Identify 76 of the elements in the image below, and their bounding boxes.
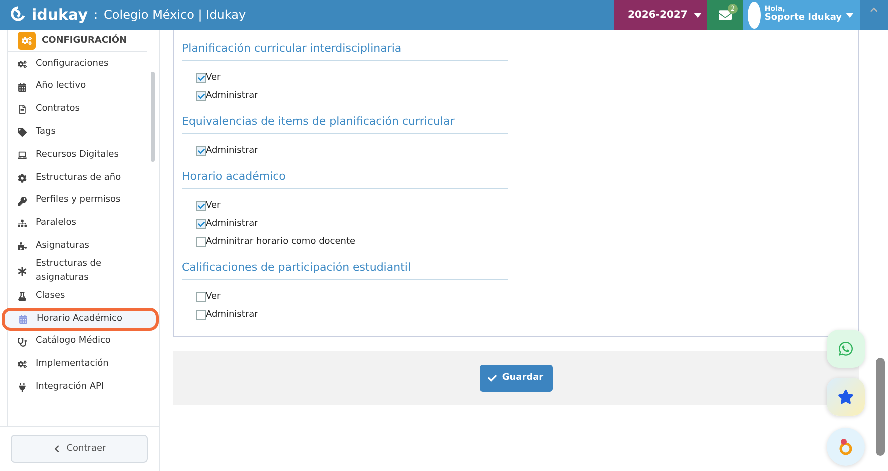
gears-icon (18, 360, 28, 370)
permission-label: Ver (206, 201, 221, 211)
gears-icon (18, 32, 36, 50)
permission-label: Administrar (206, 146, 258, 156)
section-title: Calificaciones de participación estudiantil (182, 257, 508, 280)
logo-icon (10, 6, 26, 24)
sidebar-item[interactable]: Catálogo Médico (8, 330, 147, 354)
puzzle-icon (18, 242, 28, 252)
avatar (748, 2, 761, 28)
school-title: Colegio México | Idukay (104, 8, 246, 22)
permission-label: Administrar (206, 310, 258, 320)
chat-button[interactable] (827, 330, 865, 368)
school-year-selector[interactable]: 2026-2027 (614, 0, 707, 30)
check-icon (488, 374, 498, 382)
envelope-icon (718, 8, 732, 22)
sidebar-item[interactable]: Año lectivo (8, 76, 147, 99)
plug-icon (18, 383, 28, 392)
sidebar-item[interactable]: Estructuras de año (8, 166, 147, 190)
section-title: Horario académico (182, 166, 508, 189)
caret-icon (846, 12, 854, 18)
gears-icon (18, 60, 28, 69)
permission-label: Adminitrar horario como docente (206, 237, 356, 247)
favorites-button[interactable] (827, 378, 865, 416)
hierarchy-icon (18, 219, 28, 228)
document-icon (18, 105, 28, 114)
save-button[interactable]: Guardar (480, 364, 552, 392)
caret-icon (694, 12, 702, 18)
chat-bubble-icon (838, 341, 854, 357)
permission-label: Ver (206, 73, 221, 83)
scroll-up-icon[interactable] (870, 6, 878, 14)
assistant-button[interactable] (827, 428, 865, 466)
sidebar-item[interactable]: Contratos (8, 98, 147, 122)
sidebar-item[interactable]: Tags (8, 121, 147, 144)
section-title: Planificación curricular interdisciplinaria (182, 38, 508, 61)
sidebar-item[interactable]: Paralelos (8, 212, 147, 236)
flask-icon (18, 292, 28, 302)
sidebar-item[interactable]: Asignaturas (8, 235, 147, 258)
checkbox[interactable] (196, 237, 206, 247)
user-name: Soporte Idukay (764, 14, 842, 24)
stethoscope-icon (18, 338, 28, 347)
checkbox[interactable] (196, 219, 206, 229)
sidebar-item[interactable]: Estructuras de asignaturas (8, 258, 147, 286)
gear-icon (18, 174, 28, 183)
logo-text: idukay (32, 6, 88, 24)
sidebar-item[interactable]: Integración API (8, 376, 147, 400)
sidebar-item[interactable]: Perfiles y permisos (8, 190, 147, 213)
scrollbar-thumb[interactable] (876, 358, 885, 456)
section-title: Equivalencias de items de planificación curricular (182, 111, 508, 134)
key-icon (18, 196, 28, 206)
sidebar-item[interactable]: Clases (8, 285, 147, 308)
permission-label: Administrar (206, 91, 258, 101)
section-header[interactable]: CONFIGURACIÓN (42, 36, 128, 46)
asterisk-icon (18, 267, 28, 276)
laptop-icon (18, 151, 28, 160)
collapse-button[interactable]: Contraer (11, 435, 148, 463)
sidebar-item[interactable]: Recursos Digitales (8, 144, 147, 167)
separator: : (94, 8, 98, 22)
checkbox[interactable] (196, 146, 206, 156)
checkbox[interactable] (196, 292, 206, 302)
star-icon (838, 389, 854, 405)
calendar-icon (19, 314, 29, 324)
chevron-left-icon (52, 445, 61, 453)
checkbox[interactable] (196, 201, 206, 211)
sidebar-item[interactable]: Horario Académico (2, 308, 159, 331)
school-year: 2026-2027 (628, 10, 688, 20)
permission-label: Administrar (206, 219, 258, 229)
scrollbar-thumb[interactable] (151, 72, 155, 162)
checkbox[interactable] (196, 91, 206, 101)
permission-label: Ver (206, 292, 221, 302)
swirl-icon (838, 438, 854, 456)
checkbox[interactable] (196, 73, 206, 83)
sidebar-item[interactable]: Configuraciones (8, 53, 147, 76)
tag-icon (18, 128, 28, 138)
calendar-icon (18, 82, 28, 92)
sidebar-item[interactable]: Implementación (8, 354, 147, 376)
checkbox[interactable] (196, 310, 206, 320)
